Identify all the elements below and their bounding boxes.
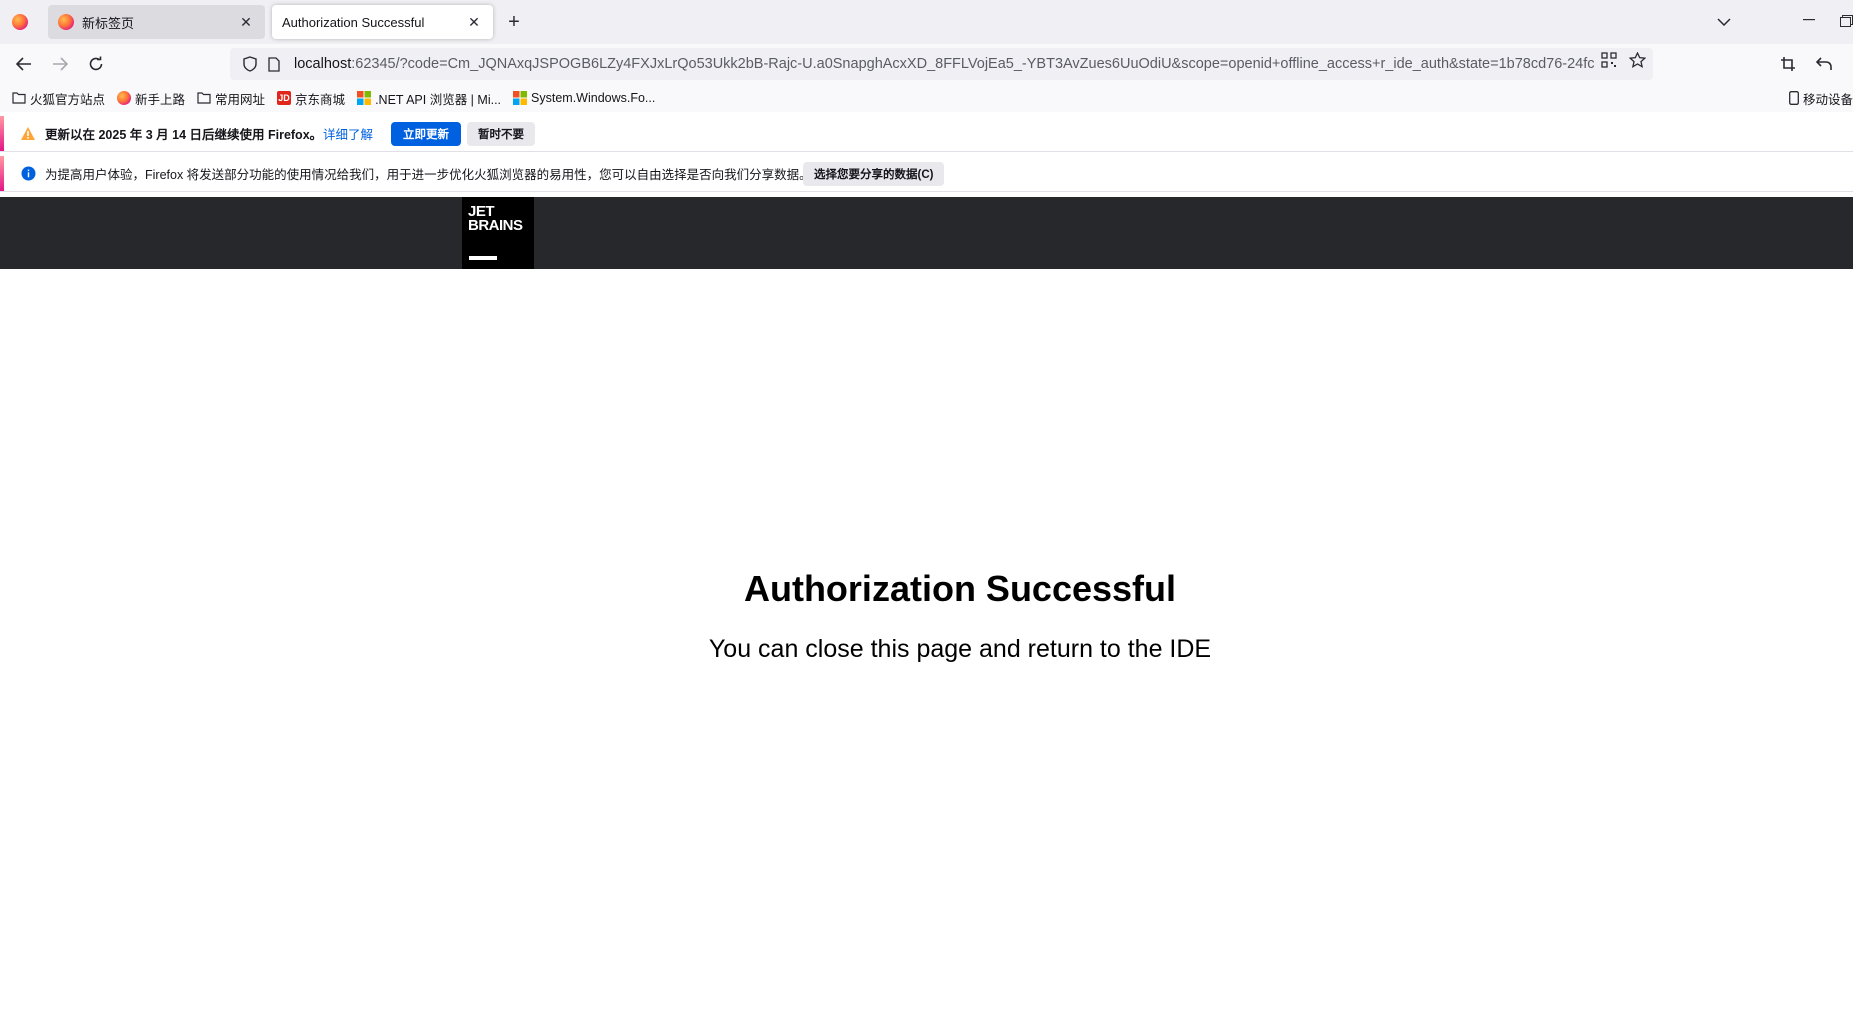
bookmark-jd[interactable]: JD 京东商城 [277, 89, 345, 108]
bookmark-common-sites[interactable]: 常用网址 [197, 89, 265, 108]
page-title: Authorization Successful [743, 568, 1177, 609]
bookmark-label: 新手上路 [135, 92, 186, 107]
choose-data-button[interactable]: 选择您要分享的数据(C) [803, 162, 945, 186]
tab-authorization[interactable]: Authorization Successful ✕ [272, 5, 493, 39]
bookmark-label: 火狐官方站点 [30, 92, 106, 107]
warning-icon [20, 126, 36, 142]
bookmark-star-icon[interactable] [1625, 48, 1649, 72]
new-tab-plus-icon[interactable]: + [504, 12, 524, 32]
tab-strip: 新标签页 ✕ Authorization Successful ✕ + [0, 0, 1853, 44]
maximize-window-icon[interactable] [1840, 14, 1853, 28]
bookmark-getting-started[interactable]: 新手上路 [117, 89, 185, 108]
not-now-button[interactable]: 暂时不要 [467, 122, 535, 146]
url-rest: :62345/?code=Cm_JQNAxqJSPOGB6LZy4FXJxLrQ… [351, 56, 1594, 72]
bookmark-firefox-official[interactable]: 火狐官方站点 [12, 89, 105, 108]
navigation-toolbar: localhost:62345/?code=Cm_JQNAxqJSPOGB6LZ… [0, 44, 1853, 84]
tracking-protection-shield-icon[interactable] [238, 52, 262, 76]
qr-code-icon[interactable] [1597, 48, 1621, 72]
firefox-icon [58, 14, 74, 30]
close-tab-icon[interactable]: ✕ [237, 13, 255, 31]
bookmark-label: .NET API 浏览器 | Mi... [375, 92, 502, 107]
url-text[interactable]: localhost:62345/?code=Cm_JQNAxqJSPOGB6LZ… [294, 56, 1594, 72]
logo-line-2: BRAINS [468, 217, 523, 234]
minimize-window-icon[interactable] [1797, 8, 1821, 32]
data-sharing-message: 为提高用户体验，Firefox 将发送部分功能的使用情况给我们，用于进一步优化火… [45, 168, 812, 182]
bookmark-system-windows-forms[interactable]: System.Windows.Fo... [513, 91, 655, 105]
folder-icon [12, 91, 26, 105]
notification-stripe [0, 156, 4, 191]
bookmark-label: 常用网址 [215, 92, 266, 107]
jetbrains-header: JET BRAINS [0, 197, 1853, 269]
mobile-device-icon [1788, 91, 1800, 105]
undo-arrow-icon[interactable] [1812, 52, 1836, 76]
page-info-icon[interactable] [262, 52, 286, 76]
close-tab-icon[interactable]: ✕ [465, 13, 483, 31]
bookmark-label: System.Windows.Fo... [531, 91, 656, 105]
bookmarks-toolbar: 火狐官方站点 新手上路 常用网址 JD 京东商城 .NET API 浏览器 | … [0, 84, 1853, 112]
info-icon [20, 166, 36, 182]
data-sharing-notification-bar: 为提高用户体验，Firefox 将发送部分功能的使用情况给我们，用于进一步优化火… [0, 156, 1853, 192]
update-now-button[interactable]: 立即更新 [391, 122, 461, 146]
firefox-view-button[interactable] [0, 0, 40, 44]
microsoft-icon [513, 91, 528, 105]
tab-new-tab[interactable]: 新标签页 ✕ [48, 5, 265, 39]
mobile-bookmarks[interactable]: 移动设备 [1788, 84, 1853, 112]
address-bar[interactable]: localhost:62345/?code=Cm_JQNAxqJSPOGB6LZ… [230, 48, 1653, 80]
update-notification-bar: 更新以在 2025 年 3 月 14 日后继续使用 Firefox。 详细了解 … [0, 116, 1853, 152]
firefox-icon [12, 14, 28, 30]
reload-icon[interactable] [84, 52, 108, 76]
mobile-bookmarks-label: 移动设备 [1802, 92, 1853, 107]
firefox-icon [117, 91, 132, 105]
bookmark-label: 京东商城 [295, 92, 346, 107]
logo-underline [469, 256, 497, 260]
notification-stripe [0, 116, 4, 151]
tab-title: Authorization Successful [282, 14, 425, 30]
learn-more-link[interactable]: 详细了解 [323, 124, 373, 143]
jetbrains-logo[interactable]: JET BRAINS [462, 197, 534, 269]
bookmark-dotnet-api[interactable]: .NET API 浏览器 | Mi... [357, 89, 501, 108]
url-host: localhost [294, 56, 352, 72]
back-arrow-icon[interactable] [12, 52, 36, 76]
update-message: 更新以在 2025 年 3 月 14 日后继续使用 Firefox。 [45, 128, 323, 142]
screenshot-crop-icon[interactable] [1776, 52, 1800, 76]
microsoft-icon [357, 91, 372, 105]
forward-arrow-icon[interactable] [48, 52, 72, 76]
jd-icon: JD [277, 91, 292, 105]
folder-icon [197, 91, 211, 105]
list-all-tabs-chevron-icon[interactable] [1712, 10, 1736, 34]
tab-title: 新标签页 [82, 15, 135, 31]
page-subtitle: You can close this page and return to th… [708, 635, 1212, 663]
